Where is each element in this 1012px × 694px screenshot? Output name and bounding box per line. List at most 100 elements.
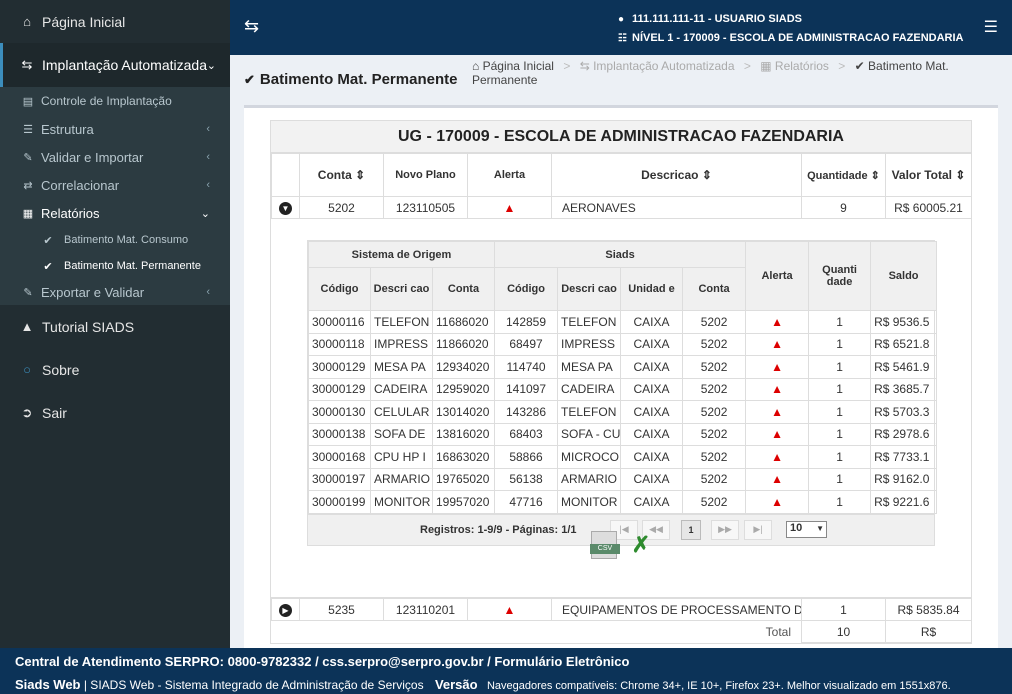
cell-codigo-siads: 143286 (494, 400, 559, 424)
cell-unidade: CAIXA (620, 355, 684, 379)
sidebar-item-label: Página Inicial (42, 13, 126, 30)
sidebar-item-validar[interactable]: ✎ Validar e Importar ‹ (0, 143, 230, 171)
expand-icon[interactable]: ▶ (279, 604, 292, 617)
col-descricao[interactable]: Descricao ⇕ (551, 153, 802, 197)
col-conta[interactable]: Conta ⇕ (299, 153, 384, 197)
cell-codigo-siads: 68497 (494, 332, 559, 356)
table-row[interactable]: 30000129 CADEIRA 12959020 141097 CADEIRA CAIX… (308, 377, 938, 401)
sidebar-item-tutorial[interactable]: ▲ Tutorial SIADS (0, 305, 230, 348)
sidebar-item-relatorios[interactable]: ▦ Relatórios ⌄ (0, 199, 230, 227)
warning-icon: ▲ (771, 382, 783, 397)
breadcrumb: ⌂ Página Inicial > ⇆ Implantação Automat… (472, 59, 949, 87)
sidebar-item-sair[interactable]: ➲ Sair (0, 391, 230, 434)
cell-codigo-siads: 56138 (494, 467, 559, 491)
cell-quantidade: 1 (808, 467, 872, 491)
detail-grid: Sistema de Origem Siads Alerta Quanti da… (307, 240, 938, 546)
cell-quantidade: 9 (801, 196, 886, 219)
chevron-down-icon: ⌄ (206, 59, 216, 72)
warning-icon: ▲ (771, 427, 783, 442)
sidebar-item-estrutura[interactable]: ☰ Estrutura ‹ (0, 115, 230, 143)
list-icon: ▤ (22, 95, 34, 108)
col-quantidade[interactable]: Quantidade ⇕ (801, 153, 886, 197)
col-valor-total[interactable]: Valor Total ⇕ (885, 153, 972, 197)
total-row: Total 10 R$ (272, 620, 972, 643)
cell-codigo-siads: 58866 (494, 445, 559, 469)
cell-alerta: ▲ (745, 355, 810, 379)
sidebar-item-batimento-permanente[interactable]: ✔ Batimento Mat. Permanente (0, 253, 230, 279)
cell-codigo-siads: 142859 (494, 310, 559, 334)
cell-descricao-siads: ARMARIO (557, 467, 622, 491)
breadcrumb-home[interactable]: Página Inicial (483, 59, 554, 73)
cell-alerta: ▲ (745, 445, 810, 469)
csv-export-icon[interactable]: CSV (590, 531, 620, 559)
cell-alerta: ▲ (745, 332, 810, 356)
cell-descricao-origem: IMPRESS (370, 332, 433, 356)
cell-conta-origem: 11686020 (431, 310, 496, 334)
sidebar-item-sobre[interactable]: ○ Sobre (0, 348, 230, 391)
footer-brand: Siads Web (15, 677, 81, 692)
table-row[interactable]: ▶ 5235 123110201 ▲ EQUIPAMENTOS DE PROCE… (271, 598, 972, 621)
cell-descricao-siads: CADEIRA (557, 377, 622, 401)
cell-conta-siads: 5202 (682, 467, 747, 491)
cell-codigo-siads: 141097 (494, 377, 559, 401)
cell-codigo-origem: 30000138 (308, 422, 371, 446)
sidebar-item-home[interactable]: ⌂ Página Inicial (0, 0, 230, 43)
breadcrumb-relatorios[interactable]: Relatórios (775, 59, 829, 73)
detail-table: Sistema de Origem Siads Alerta Quanti da… (307, 241, 938, 514)
footer-versao[interactable]: Versão (435, 677, 478, 692)
cell-conta-origem: 12959020 (431, 377, 496, 401)
cell-valor: R$ 5835.84 (885, 598, 972, 621)
cell-alerta: ▲ (745, 400, 810, 424)
excel-export-icon[interactable]: ✗ (627, 531, 655, 559)
sidebar-item-label: Exportar e Validar (41, 284, 145, 300)
collapse-icon[interactable]: ▼ (279, 202, 292, 215)
cell-novo-plano: 123110505 (383, 196, 468, 219)
cell-unidade: CAIXA (620, 467, 684, 491)
cell-quantidade: 1 (808, 400, 872, 424)
table-row[interactable]: 30000168 CPU HP I 16863020 58866 MICROCO CAIX… (308, 445, 938, 469)
table-row[interactable]: 30000118 IMPRESS 11866020 68497 IMPRESS CAIXA… (308, 332, 938, 356)
col-alerta[interactable]: Alerta (467, 153, 552, 197)
cell-descricao-origem: CADEIRA (370, 377, 433, 401)
footer-info: Siads Web | SIADS Web - Sistema Integrad… (15, 677, 951, 692)
col-quantidade: Quanti dade (808, 241, 872, 311)
table-row[interactable]: 30000199 MONITOR 19957020 47716 MONITOR CAIXA… (308, 490, 938, 514)
page-button[interactable]: 1 (681, 519, 701, 540)
sidebar-item-label: Tutorial SIADS (42, 318, 135, 335)
sidebar-item-label: Batimento Mat. Permanente (64, 260, 201, 272)
user-icon: ● (618, 14, 625, 25)
table-row[interactable]: 30000138 SOFA DE 13816020 68403 SOFA - CU CAI… (308, 422, 938, 446)
menu-icon[interactable]: ☰ (984, 17, 998, 37)
table-row[interactable]: 30000197 ARMARIO 19765020 56138 ARMARIO CAIXA… (308, 467, 938, 491)
cell-unidade: CAIXA (620, 445, 684, 469)
next-page-button[interactable]: ▶▶ (711, 519, 739, 540)
cell-conta: 5235 (299, 598, 384, 621)
sidebar-item-correlacionar[interactable]: ⇄ Correlacionar ‹ (0, 171, 230, 199)
cell-conta-siads: 5202 (682, 400, 747, 424)
table-row[interactable]: 30000130 CELULAR 13014020 143286 TELEFON CAIX… (308, 400, 938, 424)
table-row[interactable]: ▼ 5202 123110505 ▲ AERONAVES 9 R$ 60005.… (271, 196, 972, 219)
last-page-button[interactable]: ▶| (744, 519, 772, 540)
cell-codigo-origem: 30000199 (308, 490, 371, 514)
sidebar-submenu: ▤ Controle de Implantação ☰ Estrutura ‹ … (0, 87, 230, 305)
cell-conta-siads: 5202 (682, 310, 747, 334)
col-descricao: Descri cao (557, 267, 622, 311)
cell-descricao-siads: TELEFON (557, 310, 622, 334)
cell-codigo-origem: 30000116 (308, 310, 371, 334)
cell-conta-siads: 5202 (682, 332, 747, 356)
cell-conta-origem: 19765020 (431, 467, 496, 491)
table-row[interactable]: 30000129 MESA PA 12934020 114740 MESA PA CAIX… (308, 355, 938, 379)
report-container: UG - 170009 - ESCOLA DE ADMINISTRACAO FA… (270, 120, 972, 644)
breadcrumb-implantacao[interactable]: Implantação Automatizada (593, 59, 734, 73)
table-row[interactable]: 30000116 TELEFON 11686020 142859 TELEFON CAIX… (308, 310, 938, 334)
sidebar-item-implantacao[interactable]: ⇆ Implantação Automatizada ⌄ (0, 43, 230, 87)
bars-icon: ☰ (23, 123, 33, 136)
col-novo-plano[interactable]: Novo Plano (383, 153, 468, 197)
sidebar-toggle-icon[interactable]: ⇆ (244, 16, 259, 37)
cell-descricao-origem: ARMARIO (370, 467, 433, 491)
sidebar-item-exportar[interactable]: ✎ Exportar e Validar ‹ (0, 279, 230, 305)
sidebar-item-controle[interactable]: ▤ Controle de Implantação (0, 87, 230, 115)
rows-per-page-select[interactable]: 10 ▼ (786, 520, 827, 538)
check-icon: ✔ (43, 260, 53, 273)
sidebar-item-batimento-consumo[interactable]: ✔ Batimento Mat. Consumo (0, 227, 230, 253)
